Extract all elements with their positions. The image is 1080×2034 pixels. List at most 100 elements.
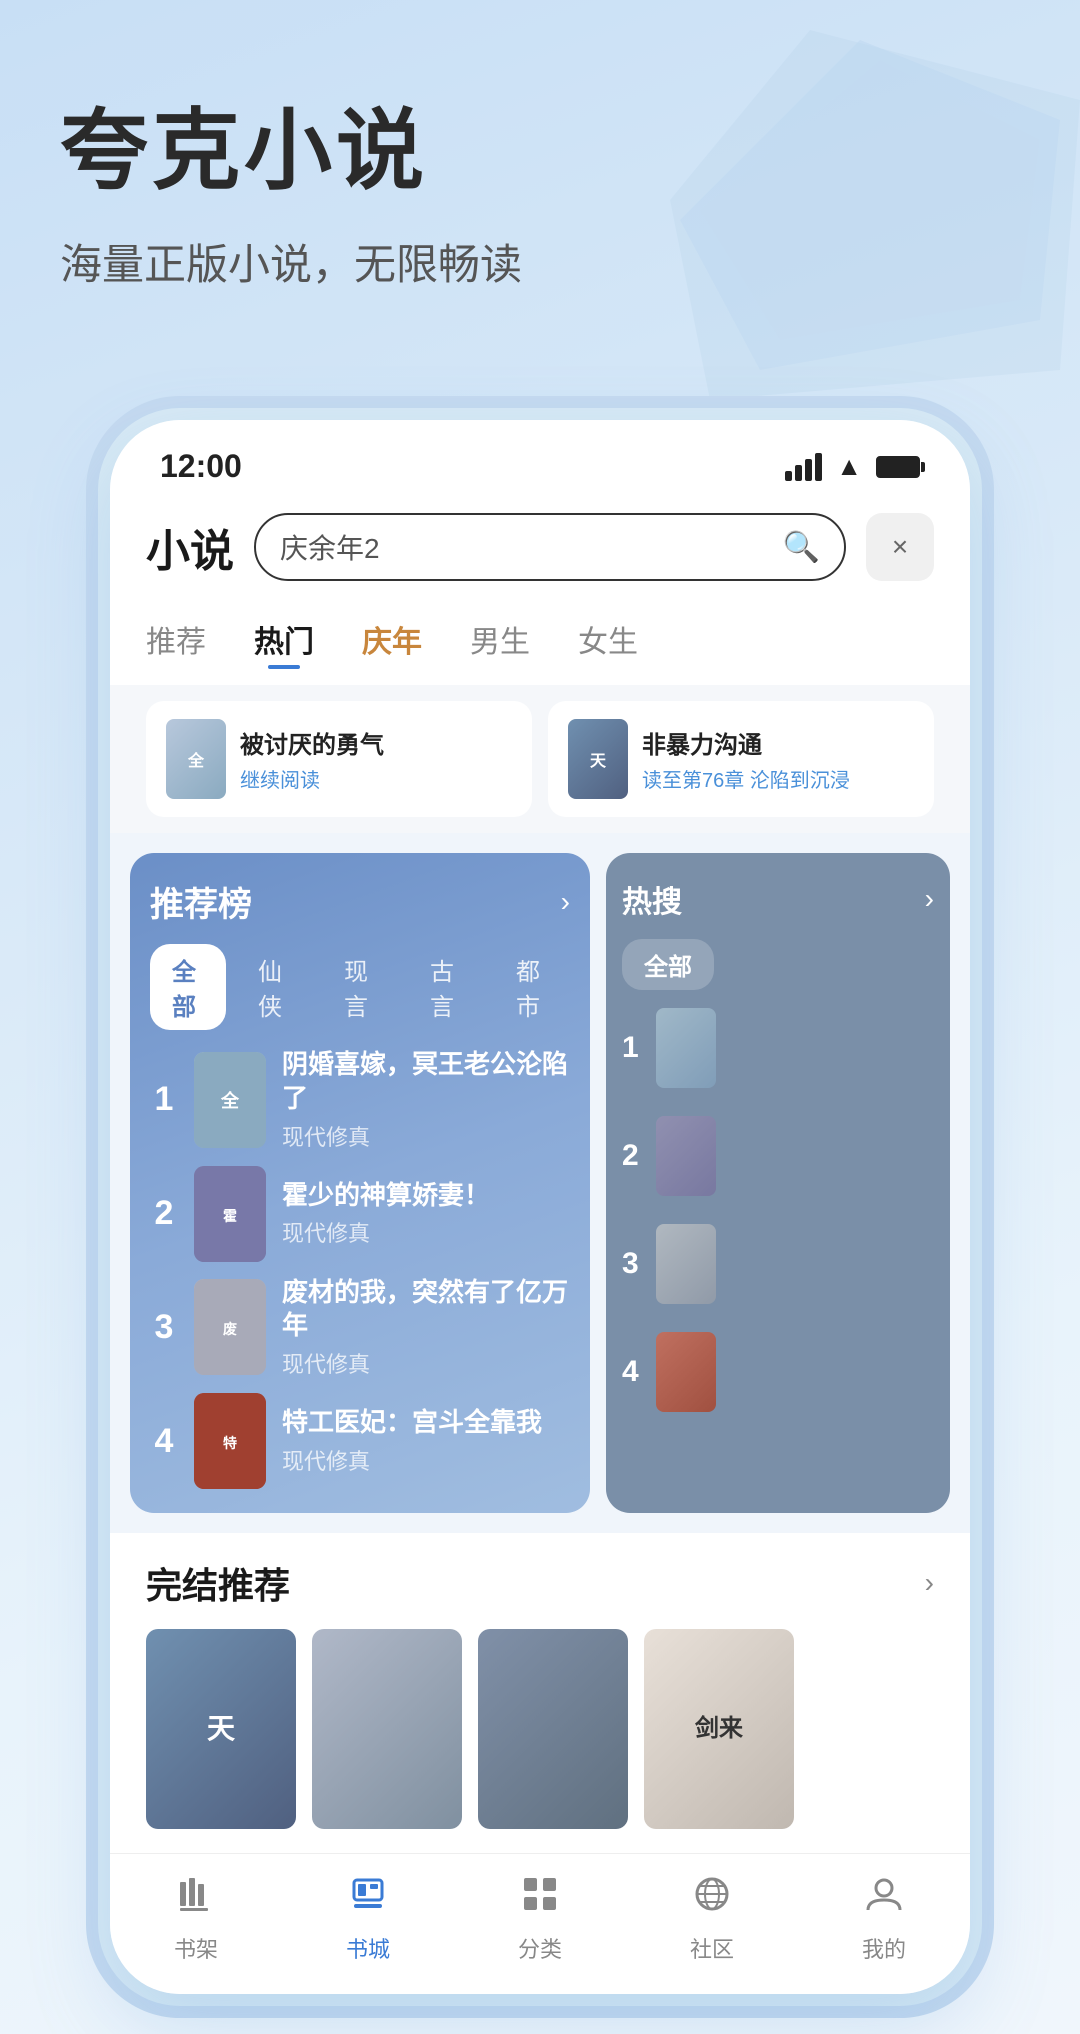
bottom-nav: 书架 书城	[110, 1853, 970, 1994]
tab-female[interactable]: 女生	[578, 617, 638, 669]
recent-info-2: 非暴力沟通 读至第76章 沦陷到沉浸	[642, 725, 914, 793]
book-item-4[interactable]: 4 特 特工医妃：宫斗全靠我 现代修真	[150, 1393, 570, 1489]
grid-book-2[interactable]	[312, 1629, 462, 1829]
tab-male[interactable]: 男生	[470, 617, 530, 669]
filter-xianxia[interactable]: 仙侠	[236, 944, 312, 1030]
filter-xiandai[interactable]: 现言	[322, 944, 398, 1030]
recent-reads: 全 被讨厌的勇气 继续阅读 天 非暴力沟通 读至第76章 沦陷到沉浸	[110, 685, 970, 833]
search-bar[interactable]: 庆余年2 🔍	[254, 513, 846, 581]
book-item-3[interactable]: 3 废 废材的我，突然有了亿万年 现代修真	[150, 1276, 570, 1380]
hot-rank-4: 4	[622, 1355, 646, 1389]
status-bar: 12:00 ▲	[110, 420, 970, 493]
tab-recommend[interactable]: 推荐	[146, 617, 206, 669]
status-time: 12:00	[160, 448, 242, 485]
hot-rank-1: 1	[622, 1031, 646, 1065]
book-info-4: 特工医妃：宫斗全靠我 现代修真	[282, 1406, 570, 1476]
hot-item-3[interactable]: 3	[622, 1224, 934, 1304]
recent-action-2: 读至第76章 沦陷到沉浸	[642, 764, 914, 793]
hot-panel-title: 热搜	[622, 877, 682, 921]
nav-item-community[interactable]: 社区	[626, 1874, 798, 1964]
phone-wrapper: 12:00 ▲ 小说 庆余年2 🔍 ×	[0, 420, 1080, 2034]
recommend-panel-arrow[interactable]: ›	[561, 886, 570, 918]
hot-item-4[interactable]: 4	[622, 1332, 934, 1412]
app-name-label: 小说	[146, 515, 234, 579]
completed-header: 完结推荐 ›	[146, 1557, 934, 1609]
grid-book-3[interactable]	[478, 1629, 628, 1829]
recommend-panel: 推荐榜 › 全部 仙侠 现言 古言 都市 1	[130, 853, 590, 1513]
hot-rank-2: 2	[622, 1139, 646, 1173]
svg-text:废: 废	[223, 1321, 237, 1337]
hot-item-2[interactable]: 2	[622, 1116, 934, 1196]
nav-item-profile[interactable]: 我的	[798, 1874, 970, 1964]
nav-item-category[interactable]: 分类	[454, 1874, 626, 1964]
recent-cover-2: 天	[568, 719, 628, 799]
book-item-1[interactable]: 1 全 阴婚喜嫁，冥王老公沦陷了 现代修真	[150, 1048, 570, 1152]
rank-1: 1	[150, 1080, 178, 1119]
app-header: 小说 庆余年2 🔍 ×	[110, 493, 970, 601]
hot-item-1[interactable]: 1	[622, 1008, 934, 1088]
nav-item-bookshelf[interactable]: 书架	[110, 1874, 282, 1964]
recommend-book-list: 1 全 阴婚喜嫁，冥王老公沦陷了 现代修真	[150, 1048, 570, 1489]
nav-label-profile: 我的	[862, 1932, 906, 1964]
phone-mockup: 12:00 ▲ 小说 庆余年2 🔍 ×	[110, 420, 970, 1994]
hot-cover-3	[656, 1224, 716, 1304]
grid-book-1[interactable]: 天	[146, 1629, 296, 1829]
hot-panel-arrow[interactable]: ›	[925, 883, 934, 915]
svg-text:全: 全	[220, 1090, 240, 1111]
filter-guyan[interactable]: 古言	[408, 944, 484, 1030]
svg-text:霍: 霍	[223, 1208, 237, 1224]
tab-hot[interactable]: 热门	[254, 617, 314, 669]
hot-filter-all[interactable]: 全部	[622, 939, 714, 990]
book-tag-3: 现代修真	[282, 1347, 570, 1379]
close-icon: ×	[892, 531, 908, 563]
recent-title-2: 非暴力沟通	[642, 725, 914, 760]
completed-book-grid: 天 剑来	[146, 1629, 934, 1829]
nav-label-store: 书城	[346, 1932, 390, 1964]
nav-item-store[interactable]: 书城	[282, 1874, 454, 1964]
recommend-filters: 全部 仙侠 现言 古言 都市	[150, 944, 570, 1030]
recent-card-2[interactable]: 天 非暴力沟通 读至第76章 沦陷到沉浸	[548, 701, 934, 817]
store-icon	[348, 1874, 388, 1924]
book-cover-2: 霍	[194, 1166, 266, 1262]
tab-qingnian[interactable]: 庆年	[362, 617, 422, 669]
book-tag-2: 现代修真	[282, 1216, 570, 1248]
search-icon[interactable]: 🔍	[783, 530, 820, 565]
battery-icon	[876, 456, 920, 478]
svg-text:特: 特	[223, 1435, 237, 1451]
book-info-2: 霍少的神算娇妻！ 现代修真	[282, 1179, 570, 1249]
book-info-3: 废材的我，突然有了亿万年 现代修真	[282, 1276, 570, 1380]
recommend-panel-title: 推荐榜	[150, 877, 252, 926]
filter-dushi[interactable]: 都市	[494, 944, 570, 1030]
book-title-4: 特工医妃：宫斗全靠我	[282, 1406, 570, 1440]
book-cover-3: 废	[194, 1279, 266, 1375]
community-icon	[692, 1874, 732, 1924]
recent-cover-1: 全	[166, 719, 226, 799]
book-info-1: 阴婚喜嫁，冥王老公沦陷了 现代修真	[282, 1048, 570, 1152]
recent-action-1: 继续阅读	[240, 764, 512, 793]
hot-cover-1	[656, 1008, 716, 1088]
profile-icon	[864, 1874, 904, 1924]
completed-arrow[interactable]: ›	[925, 1567, 934, 1599]
hot-panel: 热搜 › 全部 1 2 3	[606, 853, 950, 1513]
hot-rank-3: 3	[622, 1247, 646, 1281]
decorative-bg	[660, 20, 1080, 400]
nav-label-bookshelf: 书架	[174, 1932, 218, 1964]
hot-cover-2	[656, 1116, 716, 1196]
rank-4: 4	[150, 1422, 178, 1461]
grid-book-4[interactable]: 剑来	[644, 1629, 794, 1829]
book-cover-4: 特	[194, 1393, 266, 1489]
completed-section: 完结推荐 › 天 剑来	[110, 1533, 970, 1853]
signal-icon	[785, 453, 822, 481]
recent-card-1[interactable]: 全 被讨厌的勇气 继续阅读	[146, 701, 532, 817]
completed-title: 完结推荐	[146, 1557, 290, 1609]
rank-2: 2	[150, 1194, 178, 1233]
close-button[interactable]: ×	[866, 513, 934, 581]
bookshelf-icon	[176, 1874, 216, 1924]
recommend-panel-header: 推荐榜 ›	[150, 877, 570, 926]
filter-all[interactable]: 全部	[150, 944, 226, 1030]
hot-book-list: 1 2 3 4	[622, 1008, 934, 1426]
book-title-3: 废材的我，突然有了亿万年	[282, 1276, 570, 1344]
book-title-2: 霍少的神算娇妻！	[282, 1179, 570, 1213]
book-item-2[interactable]: 2 霍 霍少的神算娇妻！ 现代修真	[150, 1166, 570, 1262]
main-content: 推荐榜 › 全部 仙侠 现言 古言 都市 1	[110, 833, 970, 1533]
